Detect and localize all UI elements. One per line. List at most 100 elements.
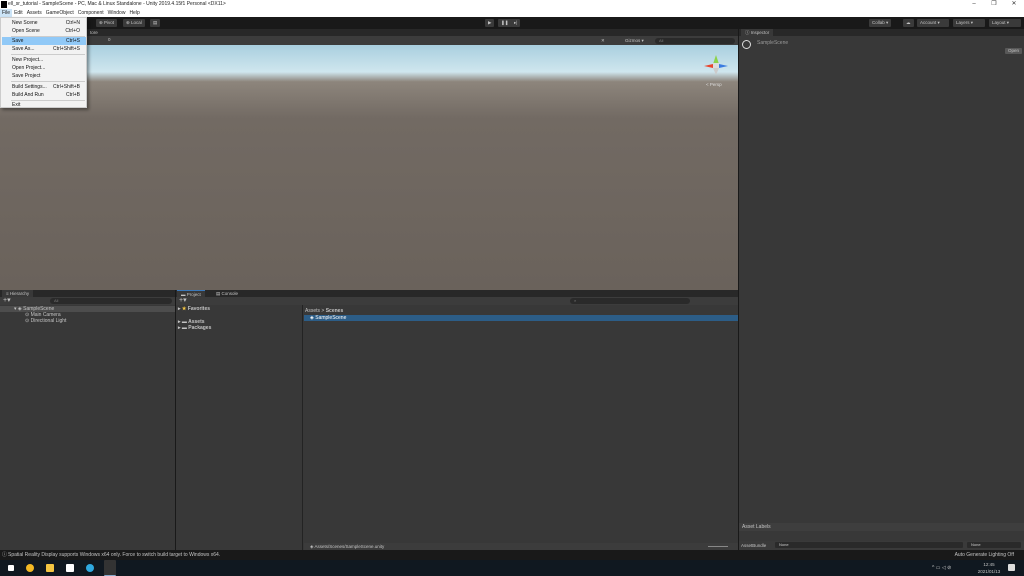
assetbundle-variant-dropdown[interactable]: None <box>967 542 1021 548</box>
menu-item-new-scene[interactable]: New Scene Ctrl+N <box>2 19 86 27</box>
menu-item-build-and-run[interactable]: Build And Run Ctrl+B <box>2 91 86 99</box>
menu-item-new-project[interactable]: New Project... <box>2 56 86 64</box>
shortcut: Ctrl+Shift+S <box>53 46 80 52</box>
open-button[interactable]: Open <box>1005 48 1023 54</box>
tab-inspector[interactable]: ⓘ Inspector <box>741 29 774 36</box>
gizmos-dropdown[interactable]: Gizmos ▾ <box>622 37 647 44</box>
pivot-label: Pivot <box>104 20 115 25</box>
assetbundle-dropdown[interactable]: None <box>775 542 963 548</box>
unity-hub-icon[interactable] <box>66 564 74 572</box>
grid-snap-button[interactable]: ▤ <box>150 19 161 27</box>
menu-item-build-settings[interactable]: Build Settings... Ctrl+Shift+B <box>2 83 86 91</box>
inspector-header: ⓘ Inspector <box>739 29 1024 36</box>
menu-item-open-scene[interactable]: Open Scene Ctrl+O <box>2 27 86 35</box>
unity-icon[interactable] <box>104 560 116 576</box>
shortcut: Ctrl+O <box>65 28 80 34</box>
tab-console[interactable]: ▤ Console <box>212 290 242 297</box>
breadcrumb: Assets > Scenes <box>305 308 344 314</box>
breadcrumb-scenes[interactable]: Scenes <box>326 308 344 314</box>
collab-button[interactable]: Collab ▾ <box>869 19 892 27</box>
menu-edit[interactable]: Edit <box>12 9 25 17</box>
icon-size-slider[interactable] <box>708 546 728 547</box>
menu-item-save-as[interactable]: Save As... Ctrl+Shift+S <box>2 45 86 53</box>
date: 2021/01/13 <box>977 569 1001 574</box>
label: Save As... <box>12 46 35 52</box>
menu-window[interactable]: Window <box>106 9 128 17</box>
assetbundle-row: AssetBundle None None <box>739 541 1024 550</box>
hierarchy-tab-label: Hierarchy <box>9 291 30 296</box>
layout-dropdown[interactable]: Layout ▾ <box>989 19 1021 27</box>
notification-icon[interactable] <box>1008 564 1015 571</box>
window-title: ell_sr_tutorial - SampleScene - PC, Mac … <box>8 1 226 7</box>
hierarchy-item[interactable]: ⊙ Directional Light <box>25 318 66 324</box>
console-tab-label: Console <box>221 291 239 296</box>
cloud-icon[interactable]: ☁ <box>903 19 914 27</box>
breadcrumb-assets[interactable]: Assets <box>305 308 320 314</box>
file-item[interactable]: ◈ SampleScene <box>304 315 738 321</box>
clock[interactable]: 12:45 2021/01/13 <box>975 561 1003 575</box>
local-button[interactable]: ⊕ Local <box>123 19 145 27</box>
step-button[interactable]: ▸| <box>511 19 521 27</box>
tab-asset-store[interactable]: tore <box>86 29 102 36</box>
edge-icon[interactable] <box>86 564 94 572</box>
favorites-label: Favorites <box>187 306 211 312</box>
explorer-icon[interactable] <box>46 564 54 572</box>
project-path-bar: ◈ Assets/Scenes/SampleScene.unity <box>304 543 738 550</box>
menu-help[interactable]: Help <box>127 9 141 17</box>
system-tray-icons[interactable]: ^ ▭ ◁ ⊘ <box>932 565 951 571</box>
layers-dropdown[interactable]: Layers ▾ <box>953 19 985 27</box>
status-message[interactable]: Spatial Reality Display supports Windows… <box>8 552 220 558</box>
label: New Scene <box>12 20 38 26</box>
scene-gizmo-icon[interactable] <box>700 51 732 79</box>
menu-separator <box>11 81 85 82</box>
menu-assets[interactable]: Assets <box>25 9 44 17</box>
label: New Project... <box>12 57 44 63</box>
menu-item-save-project[interactable]: Save Project <box>2 72 86 80</box>
project-tree: ▸ ★ Favorites ▸ ▬ Assets ▸ ▬ Packages <box>176 305 303 550</box>
menu-gameobject[interactable]: GameObject <box>44 9 76 17</box>
persp-label[interactable]: < Persp <box>706 82 722 87</box>
pivot-button[interactable]: ⊕ Pivot <box>96 19 118 27</box>
file-menu-dropdown: New Scene Ctrl+N Open Scene Ctrl+O Save Ctr… <box>0 17 87 108</box>
gizmos-label: Gizmos <box>625 38 641 43</box>
hierarchy-search-input[interactable]: All <box>50 298 172 304</box>
project-search-input[interactable]: ⌕ <box>570 298 690 304</box>
scene-view[interactable]: < Persp <box>0 45 738 290</box>
start-icon[interactable] <box>8 565 14 571</box>
lighting-status: Auto Generate Lighting Off <box>954 552 1014 558</box>
menu-item-exit[interactable]: Exit <box>2 101 86 109</box>
play-button[interactable]: ▶ <box>485 19 495 27</box>
menu-separator <box>11 54 85 55</box>
minimize-button[interactable]: – <box>964 0 984 9</box>
menu-item-save[interactable]: Save Ctrl+S <box>2 37 86 45</box>
tab-hierarchy[interactable]: ≡ Hierarchy <box>2 290 34 297</box>
chrome-icon[interactable] <box>26 564 34 572</box>
assetbundle-label: AssetBundle <box>741 543 767 548</box>
create-button[interactable]: +▾ <box>179 297 187 305</box>
info-icon: ⓘ <box>2 552 8 558</box>
asset-path: Assets/Scenes/SampleScene.unity <box>314 544 385 549</box>
project-header: ▬ Project ▤ Console <box>176 290 738 297</box>
label: Save Project <box>12 73 41 79</box>
close-button[interactable]: ✕ <box>1004 0 1024 9</box>
layer-visibility-count[interactable]: 0 <box>108 37 111 42</box>
file-label: SampleScene <box>315 315 347 321</box>
maximize-button[interactable]: ❐ <box>984 0 1004 9</box>
favorites-item[interactable]: ▸ ★ Favorites <box>178 306 210 312</box>
tools-icon[interactable]: ✕ <box>598 37 608 44</box>
label: Build And Run <box>12 92 44 98</box>
collab-label: Collab <box>872 20 885 25</box>
menu-item-open-project[interactable]: Open Project... <box>2 64 86 72</box>
account-dropdown[interactable]: Account ▾ <box>917 19 949 27</box>
menu-component[interactable]: Component <box>76 9 106 17</box>
shortcut: Ctrl+N <box>65 20 80 26</box>
menu-file[interactable]: File <box>0 9 13 17</box>
title-bar: ell_sr_tutorial - SampleScene - PC, Mac … <box>0 0 1024 9</box>
folder-item[interactable]: ▸ ▬ Packages <box>178 325 211 331</box>
pause-button[interactable]: ❚❚ <box>498 19 512 27</box>
layers-label: Layers <box>956 20 970 25</box>
add-button[interactable]: +▾ <box>3 297 11 305</box>
tab-project[interactable]: ▬ Project <box>177 290 205 297</box>
taskbar: ^ ▭ ◁ ⊘ 12:45 2021/01/13 <box>0 560 1024 576</box>
scene-search-input[interactable]: All <box>655 37 735 44</box>
